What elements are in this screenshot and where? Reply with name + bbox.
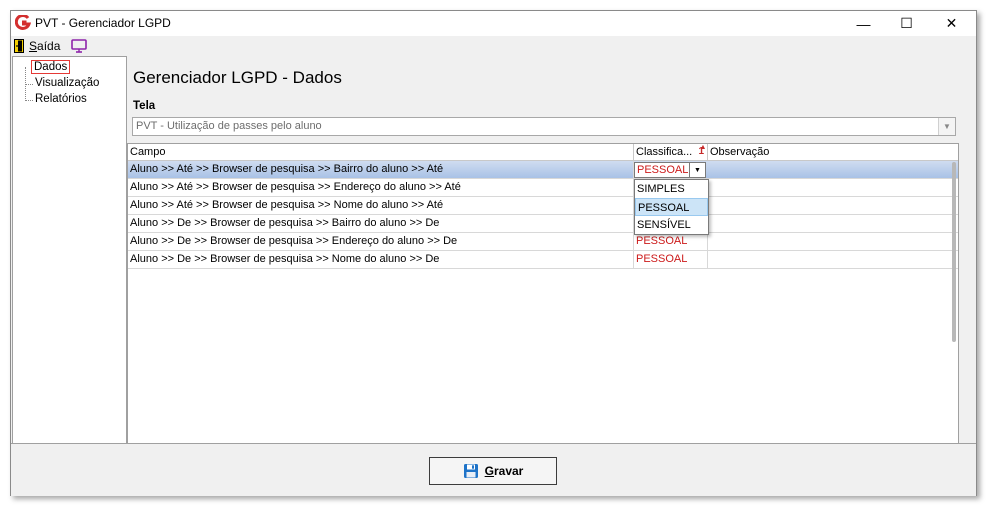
chevron-down-icon[interactable]: ▼ [938,118,955,135]
cell-campo: Aluno >> De >> Browser de pesquisa >> En… [128,233,634,250]
classificacao-editor-value: PESSOAL [637,164,689,176]
cell-observacao[interactable] [708,179,958,196]
navigation-tree: Dados Visualização Relatórios [12,56,127,445]
tela-select-value: PVT - Utilização de passes pelo aluno [136,120,322,132]
sort-up-icon: ▲ [699,144,707,151]
minimize-button[interactable]: — [841,11,886,36]
table-row[interactable]: Aluno >> Até >> Browser de pesquisa >> N… [128,197,958,215]
menu-exit-label: aída [37,39,61,53]
tela-select[interactable]: PVT - Utilização de passes pelo aluno ▼ [132,117,956,136]
column-header-classificacao[interactable]: Classifica... ▲ 1 [634,144,708,160]
tree-connector [25,84,33,85]
chevron-down-icon[interactable]: ▼ [689,163,705,177]
cell-campo: Aluno >> De >> Browser de pesquisa >> No… [128,251,634,268]
sort-indicator: ▲ 1 [698,144,706,160]
cell-campo: Aluno >> Até >> Browser de pesquisa >> E… [128,179,634,196]
save-button-label: Gravar [485,464,524,478]
dropdown-option-sensivel[interactable]: SENSÍVEL [635,216,708,234]
tree-item-dados[interactable]: Dados [31,60,71,74]
cell-campo: Aluno >> Até >> Browser de pesquisa >> N… [128,197,634,214]
cell-observacao[interactable] [708,251,958,268]
save-accel: G [484,464,494,478]
app-logo-icon [15,15,31,30]
cell-campo: Aluno >> Até >> Browser de pesquisa >> B… [128,161,634,178]
main-content: Gerenciador LGPD - Dados Tela PVT - Util… [127,56,975,445]
maximize-button[interactable]: ☐ [884,11,929,36]
cell-observacao[interactable] [708,233,958,250]
cell-classificacao[interactable]: PESSOAL [634,251,708,268]
tree-connector [25,100,33,101]
menu-exit[interactable]: Saída [29,39,60,53]
classificacao-editor[interactable]: PESSOAL ▼ [634,162,706,178]
column-header-observacao[interactable]: Observação [708,144,958,160]
floppy-disk-icon [463,464,478,478]
window-title: PVT - Gerenciador LGPD [35,16,171,30]
cell-classificacao[interactable]: PESSOAL [634,233,708,250]
table-row[interactable]: Aluno >> De >> Browser de pesquisa >> No… [128,251,958,269]
close-button[interactable]: ✕ [929,11,974,36]
menu-bar: Saída [11,36,976,56]
dropdown-option-pessoal[interactable]: PESSOAL [635,198,708,216]
app-window: PVT - Gerenciador LGPD — ☐ ✕ Saída Dados… [10,10,977,496]
classificacao-dropdown: SIMPLES PESSOAL SENSÍVEL [634,179,709,235]
cell-observacao[interactable] [708,215,958,232]
table-row[interactable]: Aluno >> Até >> Browser de pesquisa >> E… [128,179,958,197]
tree-item-visualizacao[interactable]: Visualização [35,77,99,89]
cell-observacao[interactable] [708,161,958,178]
column-header-classificacao-label: Classifica... [636,146,693,158]
monitor-icon[interactable] [71,39,87,53]
page-title: Gerenciador LGPD - Dados [133,68,342,87]
cell-observacao[interactable] [708,197,958,214]
exit-door-icon[interactable] [14,39,24,53]
cell-campo: Aluno >> De >> Browser de pesquisa >> Ba… [128,215,634,232]
tela-label: Tela [133,100,156,112]
table-row[interactable]: Aluno >> De >> Browser de pesquisa >> En… [128,233,958,251]
save-button[interactable]: Gravar [429,457,557,485]
fields-grid: Campo Classifica... ▲ 1 Observação Aluno … [127,143,959,445]
table-row[interactable]: Aluno >> Até >> Browser de pesquisa >> B… [128,161,958,179]
vertical-scrollbar[interactable] [952,162,956,342]
footer-bar: Gravar [11,443,976,496]
grid-header: Campo Classifica... ▲ 1 Observação [128,144,958,161]
title-bar[interactable]: PVT - Gerenciador LGPD — ☐ ✕ [11,11,976,36]
table-row[interactable]: Aluno >> De >> Browser de pesquisa >> Ba… [128,215,958,233]
tree-item-relatorios[interactable]: Relatórios [35,93,87,105]
save-label-rest: ravar [493,464,524,478]
dropdown-option-simples[interactable]: SIMPLES [635,180,708,198]
column-header-campo[interactable]: Campo [128,144,634,160]
menu-exit-accel: S [29,39,38,53]
